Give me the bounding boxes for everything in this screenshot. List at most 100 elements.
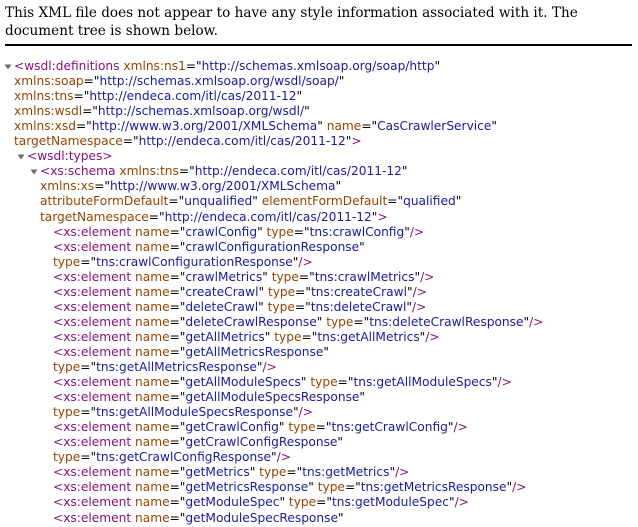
xml-tag: /> [276, 450, 291, 465]
xml-attr-value: crawlConfigurationResponse [185, 239, 360, 254]
xml-attr-value: tns:getAllModuleSpecs [353, 375, 492, 390]
xml-attr-value: deleteCrawlResponse [185, 314, 317, 329]
xml-attr-name: type [288, 495, 317, 510]
xml-tag: <xs:element [53, 420, 132, 435]
xml-punct: " [491, 119, 497, 134]
xml-attr-name: type [266, 224, 294, 239]
xml-punct: =" [83, 74, 100, 89]
xml-punct: " [296, 89, 303, 104]
xml-punct: " [337, 435, 344, 450]
xml-attr-name: name [135, 284, 170, 299]
xml-attr-name: name [135, 510, 170, 525]
xml-attr-value: http://www.w3.org/2001/XMLSchema [110, 179, 336, 194]
xml-line: <xs:element name="getMetricsResponse" ty… [53, 480, 526, 495]
xml-punct: =" [169, 284, 186, 299]
xml-attr-name: name [135, 224, 170, 239]
xml-attr-name: type [53, 254, 81, 269]
xml-punct: " [304, 104, 310, 119]
xml-attr-value: tns:crawlMetrics [314, 269, 415, 284]
xml-attr-name: xmlns:soap [14, 74, 84, 89]
xml-tag: > [351, 134, 362, 149]
xml-punct: =" [169, 375, 186, 390]
xml-punct: " [359, 390, 366, 405]
xml-punct: =" [169, 224, 186, 239]
xml-punct: " [401, 164, 408, 179]
xml-line: xmlns:soap="http://schemas.xmlsoap.org/w… [14, 74, 344, 89]
xml-attr-name: targetNamespace [14, 134, 123, 149]
xml-attr-value: http://endeca.com/itl/cas/2011-12 [138, 134, 346, 149]
xml-attr-name: targetNamespace [40, 209, 149, 224]
xml-punct: =" [293, 224, 310, 239]
xml-attr-name: type [310, 375, 338, 390]
xml-attr-value: http://www.w3.org/2001/XMLSchema [91, 119, 318, 134]
xml-punct: =" [94, 179, 111, 194]
xml-punct: =" [344, 480, 361, 495]
xml-punct: =" [80, 405, 97, 420]
xml-attr-name: type [326, 314, 354, 329]
triangle-down-icon[interactable] [4, 63, 12, 71]
xml-attr-value: getAllModuleSpecsResponse [185, 390, 360, 405]
xml-line: <xs:element name="createCrawl" type="tns… [53, 285, 427, 300]
xml-attr-name: name [135, 239, 170, 254]
xml-tag: <wsdl:types> [27, 149, 113, 164]
xml-tag: <xs:element [53, 510, 132, 525]
xml-attr-value: http://endeca.com/itl/cas/2011-12 [194, 164, 402, 179]
xml-punct: =" [82, 104, 98, 119]
xml-punct: " [455, 194, 462, 209]
xml-tag: /> [409, 224, 425, 239]
xml-attr-name: elementFormDefault [261, 194, 388, 209]
xml-attr-value: tns:getAllMetrics [317, 329, 420, 344]
xml-attr-name: name [135, 390, 170, 405]
xml-attr-name: xmlns:xsd [14, 119, 76, 134]
xml-punct: =" [169, 329, 186, 344]
no-style-notice: This XML file does not appear to have an… [5, 5, 578, 39]
xml-punct: =" [169, 510, 186, 525]
xml-punct: =" [169, 420, 186, 435]
xml-punct: =" [169, 344, 186, 359]
xml-punct: =" [169, 495, 186, 510]
xml-tag: <xs:element [53, 239, 132, 254]
xml-attr-value: tns:getMetricsResponse [360, 480, 507, 495]
xml-punct: =" [148, 209, 165, 224]
xml-punct: =" [169, 299, 186, 314]
xml-attr-value: getModuleSpecResponse [185, 510, 338, 525]
xml-punct: " [434, 59, 441, 73]
xml-tag: /> [262, 360, 277, 374]
xml-tag: <xs:element [53, 480, 132, 495]
xml-attr-name: xmlns:tns [14, 89, 74, 104]
xml-line: type="tns:crawlConfigurationResponse"/> [53, 255, 313, 270]
xml-line: xmlns:wsdl="http://schemas.xmlsoap.org/w… [14, 104, 310, 119]
xml-attr-value: getModuleSpec [185, 495, 280, 510]
xml-attr-value: tns:getCrawlConfigResponse [96, 450, 272, 465]
xml-attr-value: http://endeca.com/itl/cas/2011-12 [89, 89, 297, 104]
xml-attr-name: name [135, 344, 170, 359]
xml-attr-value: http://endeca.com/itl/cas/2011-12 [164, 209, 372, 224]
xml-line: <xs:element name="getCrawlConfig" type="… [53, 420, 468, 435]
xml-attr-value: tns:createCrawl [311, 284, 407, 299]
xml-punct: =" [294, 299, 311, 314]
xml-attr-name: type [259, 465, 287, 480]
xml-attr-name: name [326, 119, 362, 134]
xml-attr-name: xmlns:wsdl [14, 104, 83, 119]
xml-attr-value: getCrawlConfig [185, 420, 279, 435]
xml-tag: <xs:element [53, 344, 132, 359]
xml-attr-name: type [53, 450, 81, 465]
xml-punct: =" [337, 375, 354, 390]
xml-punct: =" [169, 480, 186, 495]
xml-attr-name: xmlns:tns [119, 164, 179, 179]
xml-punct: =" [298, 269, 315, 284]
xml-punct: " [338, 74, 345, 89]
xml-punct: =" [295, 284, 311, 299]
xml-tag: <xs:element [53, 495, 132, 510]
xml-punct: =" [286, 465, 303, 480]
xml-attr-name: xmlns:ns1 [123, 59, 186, 73]
xml-line: xmlns:xs="http://www.w3.org/2001/XMLSche… [40, 179, 341, 194]
xml-punct: =" [361, 119, 378, 134]
xml-attr-name: name [135, 420, 170, 435]
triangle-down-icon[interactable] [30, 168, 38, 176]
xml-line: <xs:element name="getAllModuleSpecsRespo… [53, 390, 365, 405]
triangle-down-icon[interactable] [17, 153, 25, 161]
xml-attr-value: tns:deleteCrawl [310, 299, 407, 314]
xml-punct: =" [353, 314, 370, 329]
xml-attr-name: name [135, 495, 170, 510]
